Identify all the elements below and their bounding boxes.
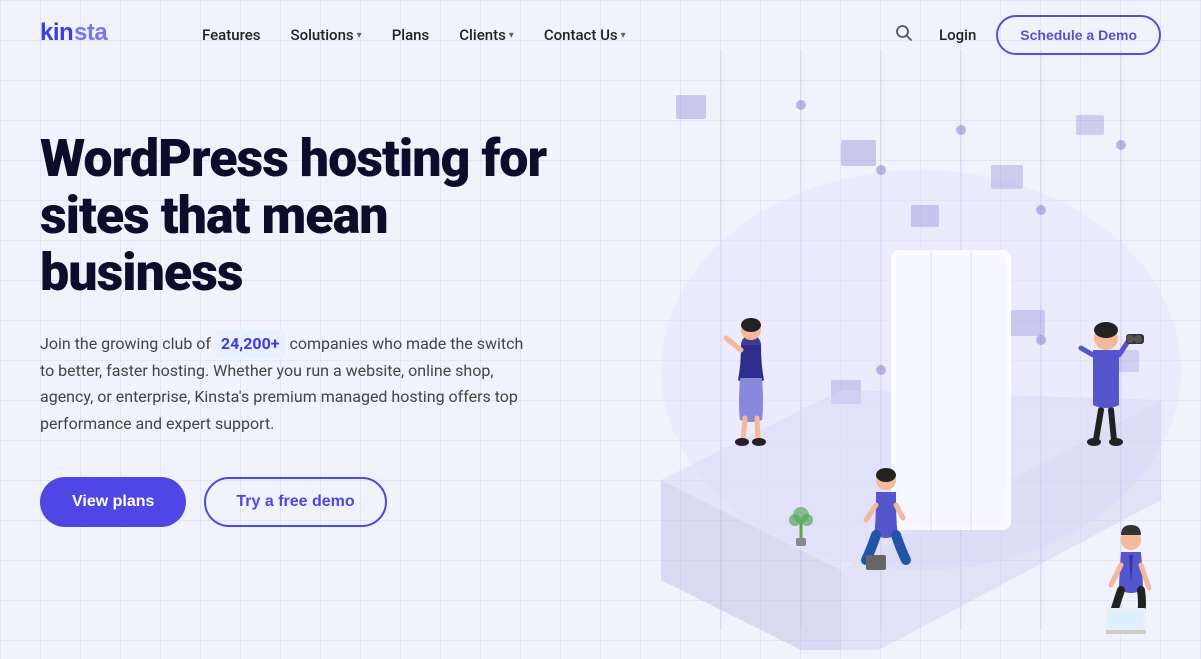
nav-links: Features Solutions ▾ Plans Clients ▾ Con… — [190, 18, 889, 52]
contact-caret: ▾ — [621, 30, 626, 41]
view-plans-button[interactable]: View plans — [40, 477, 186, 527]
nav-plans[interactable]: Plans — [380, 18, 442, 52]
login-link[interactable]: Login — [939, 26, 976, 44]
nav-right: Login Schedule a Demo — [889, 15, 1161, 55]
nav-solutions[interactable]: Solutions ▾ — [278, 18, 373, 52]
hero-content: WordPress hosting for sites that mean bu… — [40, 110, 570, 527]
logo[interactable]: kin sta — [40, 18, 130, 53]
search-button[interactable] — [889, 18, 919, 53]
svg-text:sta: sta — [74, 19, 108, 46]
company-count-badge: 24,200+ — [215, 330, 286, 358]
try-demo-button[interactable]: Try a free demo — [204, 477, 386, 527]
navbar: kin sta Features Solutions ▾ Plans Clien… — [0, 0, 1201, 70]
hero-section: WordPress hosting for sites that mean bu… — [0, 70, 1201, 659]
schedule-demo-button[interactable]: Schedule a Demo — [996, 15, 1161, 55]
svg-text:kin: kin — [40, 19, 73, 46]
solutions-caret: ▾ — [357, 30, 362, 41]
nav-contact[interactable]: Contact Us ▾ — [532, 18, 638, 52]
nav-features[interactable]: Features — [190, 18, 272, 52]
hero-subtitle: Join the growing club of 24,200+ compani… — [40, 330, 530, 438]
nav-clients[interactable]: Clients ▾ — [447, 18, 526, 52]
hero-buttons: View plans Try a free demo — [40, 477, 570, 527]
hero-title: WordPress hosting for sites that mean bu… — [40, 130, 570, 302]
clients-caret: ▾ — [509, 30, 514, 41]
